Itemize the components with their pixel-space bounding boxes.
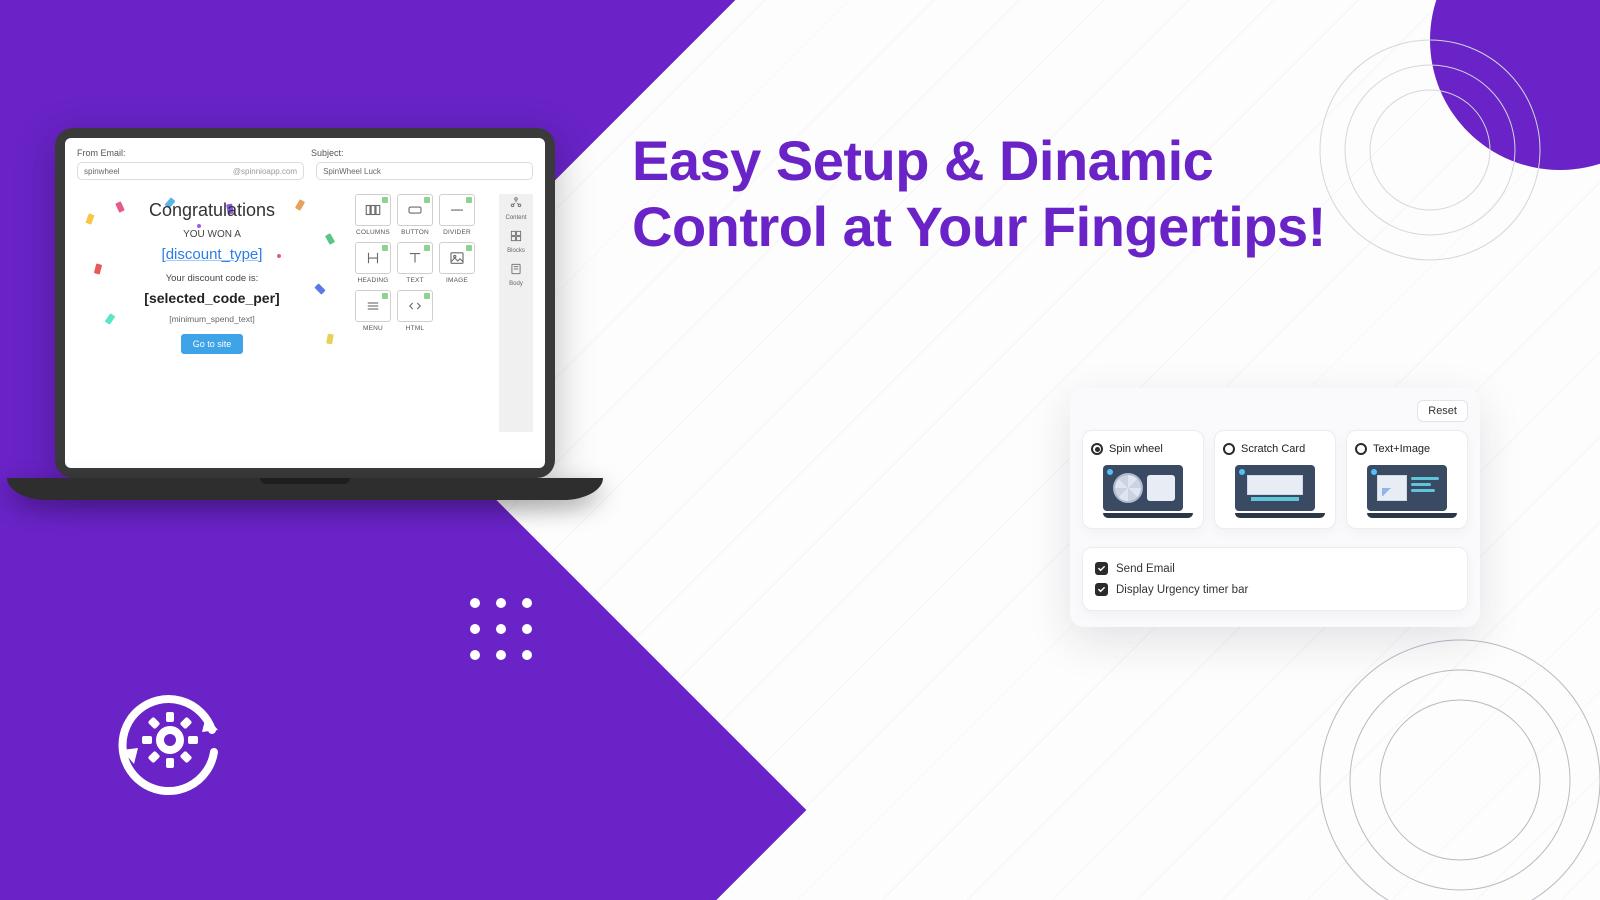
tool-heading-label: HEADING <box>355 277 391 284</box>
subject-label: Subject: <box>311 148 344 158</box>
radio-unselected-icon <box>1355 443 1367 455</box>
reset-button[interactable]: Reset <box>1417 400 1468 422</box>
urgency-timer-label: Display Urgency timer bar <box>1116 584 1248 596</box>
dot-grid-icon <box>470 598 538 666</box>
scratch-card-thumbnail <box>1235 465 1315 518</box>
side-tabs: Content Blocks Body <box>499 194 533 432</box>
subject-value: SpinWheel Luck <box>323 167 381 176</box>
option-scratch-card-label: Scratch Card <box>1241 443 1305 455</box>
laptop-base <box>7 478 603 500</box>
stage: Easy Setup & Dinamic Control at Your Fin… <box>0 0 1600 900</box>
tool-divider[interactable]: DIVIDER <box>439 194 475 236</box>
preview-min-spend-token: [minimum_spend_text] <box>77 314 347 324</box>
tab-body[interactable]: Body <box>509 262 523 287</box>
tool-heading[interactable]: HEADING <box>355 242 391 284</box>
preview-title: Congratulations <box>77 200 347 221</box>
option-spin-wheel[interactable]: Spin wheel <box>1082 430 1204 529</box>
checkbox-checked-icon <box>1095 583 1108 596</box>
email-preview: Congratulations YOU WON A [discount_type… <box>77 194 347 432</box>
option-text-image[interactable]: Text+Image <box>1346 430 1468 529</box>
tool-columns[interactable]: COLUMNS <box>355 194 391 236</box>
preview-discount-type-token[interactable]: [discount_type] <box>77 246 347 263</box>
radio-selected-icon <box>1091 443 1103 455</box>
tool-text-label: TEXT <box>397 277 433 284</box>
option-text-image-label: Text+Image <box>1373 443 1430 455</box>
tool-image[interactable]: IMAGE <box>439 242 475 284</box>
from-email-value: spinwheel <box>84 167 120 176</box>
tab-blocks-label: Blocks <box>507 248 525 254</box>
option-scratch-card[interactable]: Scratch Card <box>1214 430 1336 529</box>
tool-columns-label: COLUMNS <box>355 229 391 236</box>
send-email-label: Send Email <box>1116 563 1175 575</box>
tool-html-label: HTML <box>397 325 433 332</box>
tool-html[interactable]: HTML <box>397 290 433 332</box>
tool-button-label: BUTTON <box>397 229 433 236</box>
urgency-timer-checkbox[interactable]: Display Urgency timer bar <box>1095 579 1455 600</box>
settings-card: Reset Spin wheel Scratch Card Text+Image <box>1070 388 1480 627</box>
tool-image-label: IMAGE <box>439 277 475 284</box>
toggle-section: Send Email Display Urgency timer bar <box>1082 547 1468 611</box>
tool-button[interactable]: BUTTON <box>397 194 433 236</box>
spin-wheel-thumbnail <box>1103 465 1183 518</box>
send-email-checkbox[interactable]: Send Email <box>1095 558 1455 579</box>
tab-content[interactable]: Content <box>505 196 526 221</box>
preview-subtitle: YOU WON A <box>77 229 347 240</box>
tab-content-label: Content <box>505 215 526 221</box>
tool-divider-label: DIVIDER <box>439 229 475 236</box>
tab-blocks[interactable]: Blocks <box>507 229 525 254</box>
option-spin-wheel-label: Spin wheel <box>1109 443 1163 455</box>
preview-code-token: [selected_code_per] <box>77 290 347 306</box>
from-email-input[interactable]: spinwheel @spinnioapp.com <box>77 162 304 180</box>
checkbox-checked-icon <box>1095 562 1108 575</box>
go-to-site-button[interactable]: Go to site <box>181 334 244 354</box>
laptop-screen: From Email: Subject: spinwheel @spinnioa… <box>55 128 555 478</box>
corner-rings-br <box>1300 620 1600 900</box>
from-email-label: From Email: <box>77 148 295 158</box>
tool-menu-label: MENU <box>355 325 391 332</box>
tab-body-label: Body <box>509 281 523 287</box>
subject-input[interactable]: SpinWheel Luck <box>316 162 533 180</box>
email-builder: From Email: Subject: spinwheel @spinnioa… <box>65 138 545 468</box>
text-image-thumbnail <box>1367 465 1447 518</box>
radio-unselected-icon <box>1223 443 1235 455</box>
tool-palette: COLUMNS BUTTON DIVIDER <box>347 194 533 432</box>
laptop-mockup: From Email: Subject: spinwheel @spinnioa… <box>55 128 555 478</box>
gear-cycle-icon <box>110 680 230 800</box>
tool-text[interactable]: TEXT <box>397 242 433 284</box>
tool-menu[interactable]: MENU <box>355 290 391 332</box>
preview-code-label: Your discount code is: <box>77 273 347 284</box>
from-email-suffix: @spinnioapp.com <box>233 167 297 176</box>
headline: Easy Setup & Dinamic Control at Your Fin… <box>632 128 1372 260</box>
